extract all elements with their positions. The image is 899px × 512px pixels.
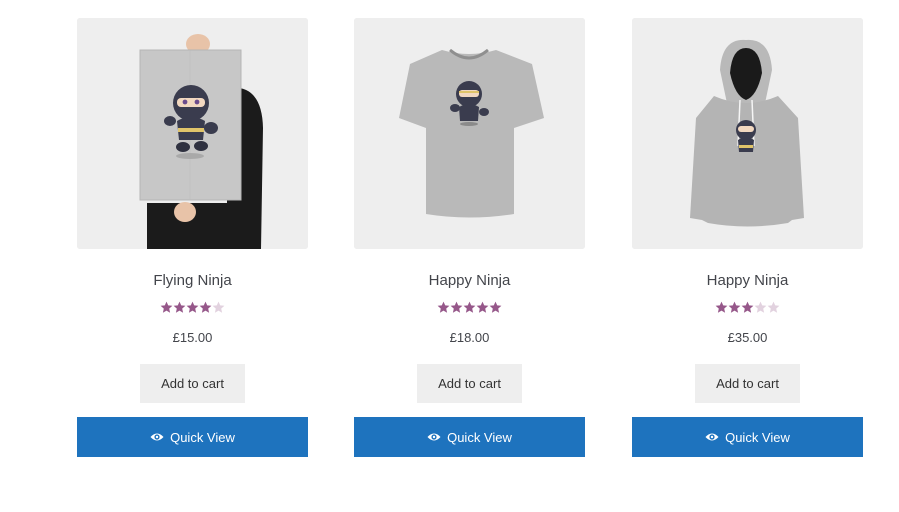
star-filled-icon bbox=[437, 301, 450, 313]
product-card: Flying Ninja £15.00 Add to cart Quick Vi… bbox=[77, 18, 308, 457]
star-filled-icon bbox=[160, 301, 173, 313]
star-empty-icon bbox=[767, 301, 780, 313]
product-image-tshirt[interactable] bbox=[354, 18, 585, 249]
quick-view-label: Quick View bbox=[725, 429, 790, 445]
star-filled-icon bbox=[476, 301, 489, 313]
product-card: Happy Ninja £35.00 Add to cart Quick Vie… bbox=[632, 18, 863, 457]
quick-view-button[interactable]: Quick View bbox=[354, 417, 585, 457]
ninja-tshirt-image bbox=[354, 18, 585, 249]
product-title[interactable]: Happy Ninja bbox=[354, 272, 585, 289]
star-filled-icon bbox=[463, 301, 476, 313]
product-price: £35.00 bbox=[727, 330, 768, 345]
product-image-poster[interactable] bbox=[77, 18, 308, 249]
product-title[interactable]: Happy Ninja bbox=[632, 272, 863, 289]
star-rating bbox=[77, 301, 308, 317]
star-empty-icon bbox=[212, 301, 225, 313]
eye-icon bbox=[427, 432, 441, 442]
eye-icon bbox=[150, 432, 164, 442]
star-filled-icon bbox=[450, 301, 463, 313]
add-to-cart-button[interactable]: Add to cart bbox=[417, 364, 522, 403]
star-filled-icon bbox=[173, 301, 186, 313]
star-empty-icon bbox=[754, 301, 767, 313]
star-filled-icon bbox=[715, 301, 728, 313]
quick-view-button[interactable]: Quick View bbox=[632, 417, 863, 457]
product-card: Happy Ninja £18.00 Add to cart Quick Vie… bbox=[354, 18, 585, 457]
quick-view-label: Quick View bbox=[170, 429, 235, 445]
star-rating bbox=[354, 301, 585, 317]
add-to-cart-button[interactable]: Add to cart bbox=[695, 364, 800, 403]
eye-icon bbox=[705, 432, 719, 442]
star-filled-icon bbox=[186, 301, 199, 313]
star-filled-icon bbox=[741, 301, 754, 313]
ninja-poster-image bbox=[77, 18, 308, 249]
quick-view-button[interactable]: Quick View bbox=[77, 417, 308, 457]
star-rating bbox=[632, 301, 863, 317]
quick-view-label: Quick View bbox=[447, 429, 512, 445]
product-title[interactable]: Flying Ninja bbox=[77, 272, 308, 289]
product-price: £15.00 bbox=[172, 330, 213, 345]
star-filled-icon bbox=[489, 301, 502, 313]
product-image-hoodie[interactable] bbox=[632, 18, 863, 249]
add-to-cart-button[interactable]: Add to cart bbox=[140, 364, 245, 403]
star-filled-icon bbox=[728, 301, 741, 313]
star-filled-icon bbox=[199, 301, 212, 313]
ninja-hoodie-image bbox=[632, 18, 863, 249]
product-price: £18.00 bbox=[449, 330, 490, 345]
